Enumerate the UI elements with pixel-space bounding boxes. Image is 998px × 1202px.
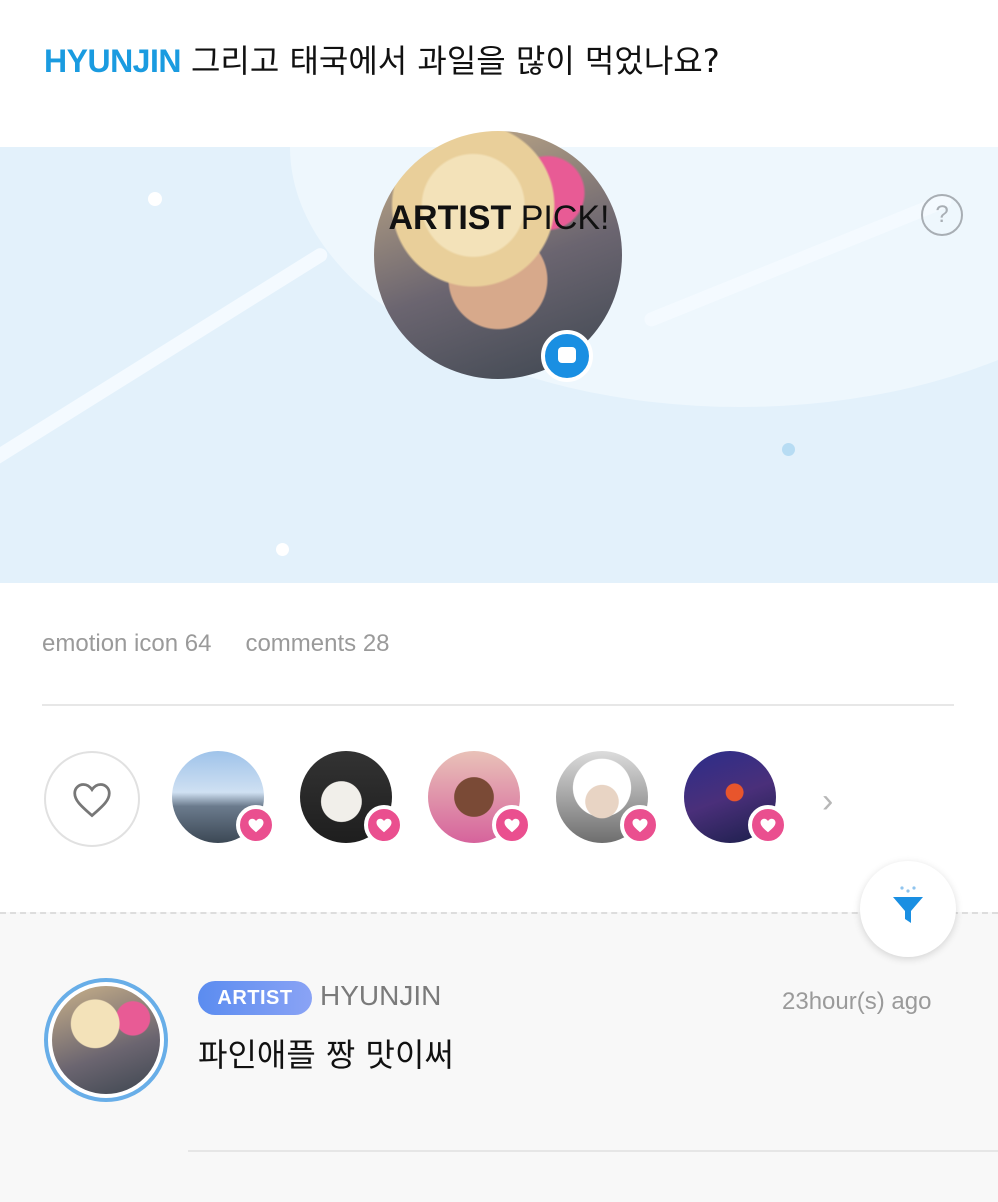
heart-icon [364,805,404,845]
post-text: 그리고 태국에서 과일을 많이 먹었나요? [190,42,720,80]
heart-icon [748,805,788,845]
filter-button[interactable] [860,861,956,957]
speech-bubble-icon [541,330,593,382]
reactor-avatar[interactable] [172,751,276,845]
artist-pick-title-rest: PICK! [520,199,610,237]
filter-icon [893,886,923,923]
banner-decoration-streak [0,245,330,480]
reactor-avatar[interactable] [684,751,788,845]
reactor-avatar[interactable] [428,751,532,845]
post-stats: emotion icon 64 comments 28 [42,630,390,658]
like-button[interactable] [44,751,140,847]
artist-pick-title: ARTIST PICK! [0,199,998,240]
heart-icon [492,805,532,845]
question-circle-icon[interactable]: ? [921,194,963,236]
comment-avatar[interactable] [44,978,168,1102]
banner-decoration-dot [276,543,289,556]
comment-text: 파인애플 짱 맛이써 [198,1036,454,1074]
banner-decoration-dot [782,443,795,456]
reactor-avatar[interactable] [300,751,404,845]
heart-outline-icon [73,783,111,818]
chevron-right-icon[interactable]: › [822,782,833,821]
heart-icon [236,805,276,845]
artist-pick-title-bold: ARTIST [388,199,512,237]
post-author[interactable]: HYUNJIN [44,43,181,79]
comment-author[interactable]: HYUNJIN [320,980,441,1012]
divider [42,704,954,706]
comments-count[interactable]: comments 28 [245,630,389,657]
divider [188,1150,998,1152]
reactor-avatar[interactable] [556,751,660,845]
artist-badge: ARTIST [198,981,312,1015]
comment-timestamp: 23hour(s) ago [782,988,932,1015]
emotion-count[interactable]: emotion icon 64 [42,630,211,657]
post-title: HYUNJIN 그리고 태국에서 과일을 많이 먹었나요? [44,36,720,82]
heart-icon [620,805,660,845]
